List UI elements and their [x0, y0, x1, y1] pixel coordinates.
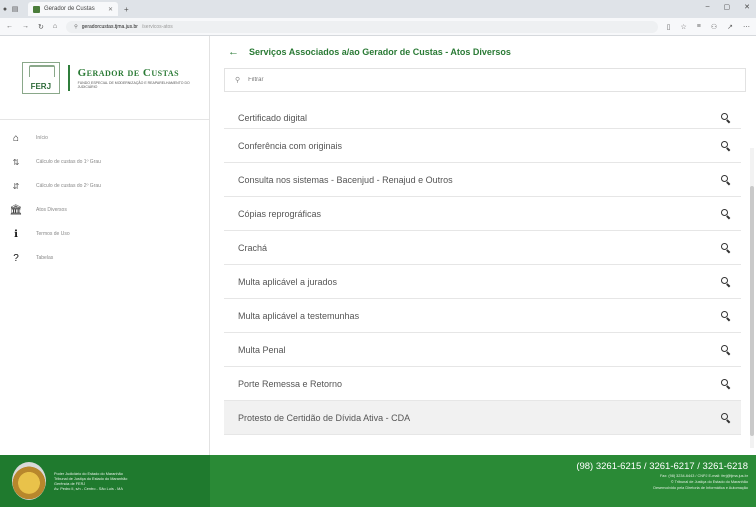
list-item[interactable]: Multa Penal [224, 333, 741, 367]
list-item[interactable]: Porte Remessa e Retorno [224, 367, 741, 401]
profile-icon[interactable]: ⚇ [711, 23, 717, 31]
url-field[interactable]: ⚲ geradorcustas.tjma.jus.br /servicos-at… [66, 20, 658, 33]
search-icon[interactable] [721, 276, 731, 287]
new-tab-icon[interactable]: + [124, 5, 129, 14]
page-title: Serviços Associados a/ao Gerador de Cust… [249, 47, 511, 57]
more-icon[interactable]: ⋯ [743, 23, 750, 31]
favorite-icon[interactable]: ☆ [680, 23, 686, 31]
favicon-icon [33, 5, 40, 13]
search-icon[interactable] [721, 344, 731, 355]
list-item[interactable]: Cópias reprográficas [224, 197, 741, 231]
window-controls: – ▢ ✕ [706, 3, 750, 11]
footer-contact: (98) 3261-6215 / 3261-6217 / 3261-6218 F… [210, 455, 756, 507]
app-area: FERJ Gerador de Custas FUNDO ESPECIAL DE… [0, 36, 756, 455]
sidebar-menu: ⌂ Início ⇅ Cálculo de custas do 1º Grau … [0, 120, 209, 270]
home-icon: ⌂ [12, 132, 20, 144]
services-list: Certificado digital Conferência com orig… [224, 113, 741, 451]
logo-divider [67, 64, 70, 91]
list-item[interactable]: Consulta nos sistemas - Bacenjud - Renaj… [224, 163, 741, 197]
tab-close-icon[interactable]: ✕ [108, 6, 113, 13]
help-icon: ? [13, 252, 19, 264]
sidebar-item-label: Cálculo de custas do 2º Grau [36, 183, 101, 189]
sort-two-icon: ⇵ [12, 181, 20, 191]
maximize-icon[interactable]: ▢ [724, 3, 731, 11]
address-bar: ← → ↻ ⌂ ⚲ geradorcustas.tjma.jus.br /ser… [0, 18, 756, 36]
sidebar-item-label: Cálculo de custas do 1º Grau [36, 159, 101, 165]
sidebar: FERJ Gerador de Custas FUNDO ESPECIAL DE… [0, 36, 210, 455]
sort-one-icon: ⇅ [12, 157, 20, 167]
scrollbar-thumb[interactable] [750, 186, 754, 436]
toolbar-right: ▯ ☆ ≡ ⚇ ↗ ⋯ [667, 23, 750, 31]
page-header: ← Serviços Associados a/ao Gerador de Cu… [210, 36, 756, 68]
tab-title: Gerador de Custas [44, 6, 95, 12]
back-arrow-icon[interactable]: ← [228, 46, 239, 58]
footer-contact-line: Fax: (98) 3234-6443 / CNPJ E-mail: ferj@… [659, 474, 748, 478]
window-menu-icon[interactable]: ● [0, 6, 10, 13]
search-icon[interactable] [721, 113, 731, 123]
search-icon: ⚲ [235, 77, 241, 84]
filter-input[interactable] [248, 77, 449, 83]
filter-bar: ⚲ [224, 68, 746, 92]
sidebar-item-label: Início [36, 135, 48, 141]
footer-dev-line[interactable]: Desenvolvido pela Diretoria de Informáti… [653, 486, 748, 490]
search-icon[interactable] [721, 174, 731, 185]
sidebar-item-tabelas[interactable]: ? Tabelas [0, 246, 209, 270]
search-icon[interactable] [721, 208, 731, 219]
tab-actions-icon[interactable]: ▤ [10, 5, 20, 13]
close-window-icon[interactable]: ✕ [744, 3, 750, 11]
url-path: /servicos-atos [141, 23, 173, 30]
reload-icon[interactable]: ↻ [38, 23, 44, 31]
search-icon[interactable] [721, 242, 731, 253]
footer-court-line: © Tribunal de Justiça do Estado do Maran… [670, 480, 748, 484]
search-icon[interactable] [721, 140, 731, 151]
list-item[interactable]: Crachá [224, 231, 741, 265]
home-nav-icon[interactable]: ⌂ [53, 23, 57, 30]
list-item[interactable]: Multa aplicável a jurados [224, 265, 741, 299]
back-nav-icon[interactable]: ← [6, 23, 13, 30]
footer-phones: (98) 3261-6215 / 3261-6217 / 3261-6218 [576, 461, 748, 472]
logo-text: Gerador de Custas FUNDO ESPECIAL DE MODE… [78, 67, 209, 89]
logo-area[interactable]: FERJ Gerador de Custas FUNDO ESPECIAL DE… [0, 36, 209, 120]
lock-icon: ⚲ [74, 23, 78, 30]
tab-bar: ● ▤ Gerador de Custas ✕ + – ▢ ✕ [0, 0, 756, 18]
url-host: geradorcustas.tjma.jus.br [81, 23, 138, 30]
bank-icon: 🏛 [9, 204, 23, 216]
sidebar-item-primeiro-grau[interactable]: ⇅ Cálculo de custas do 1º Grau [0, 150, 209, 174]
read-mode-icon[interactable]: ▯ [667, 23, 671, 31]
footer-org-info: Poder Judiciário do Estado do Maranhão T… [54, 471, 128, 491]
court-emblem-icon [12, 462, 46, 500]
ferj-logo-icon: FERJ [22, 61, 60, 94]
browser-tab[interactable]: Gerador de Custas ✕ [28, 2, 118, 16]
sidebar-item-termos-de-uso[interactable]: ℹ Termos de Uso [0, 222, 209, 246]
list-item[interactable]: Protesto de Certidão de Dívida Ativa - C… [224, 401, 741, 435]
sidebar-item-inicio[interactable]: ⌂ Início [0, 126, 209, 150]
info-icon: ℹ [14, 228, 18, 240]
search-icon[interactable] [721, 412, 731, 423]
minimize-icon[interactable]: – [706, 3, 710, 11]
main-content: ← Serviços Associados a/ao Gerador de Cu… [210, 36, 756, 455]
collections-icon[interactable]: ≡ [697, 23, 701, 31]
sidebar-item-atos-diversos[interactable]: 🏛 Atos Diversos [0, 198, 209, 222]
search-icon[interactable] [721, 378, 731, 389]
list-item[interactable]: Certificado digital [224, 113, 741, 129]
search-icon[interactable] [721, 310, 731, 321]
footer: Poder Judiciário do Estado do Maranhão T… [0, 455, 756, 507]
footer-org: Poder Judiciário do Estado do Maranhão T… [0, 455, 210, 507]
forward-nav-icon[interactable]: → [22, 23, 29, 30]
list-item[interactable]: Multa aplicável a testemunhas [224, 299, 741, 333]
logo-title: Gerador de Custas [77, 66, 180, 79]
browser-window: ● ▤ Gerador de Custas ✕ + – ▢ ✕ ← → ↻ ⌂ … [0, 0, 756, 507]
share-icon[interactable]: ↗ [727, 23, 733, 31]
logo-subtitle: FUNDO ESPECIAL DE MODERNIZAÇÃO E REAPARE… [77, 80, 190, 89]
sidebar-item-segundo-grau[interactable]: ⇵ Cálculo de custas do 2º Grau [0, 174, 209, 198]
sidebar-item-label: Atos Diversos [36, 207, 67, 213]
sidebar-item-label: Tabelas [36, 255, 54, 261]
list-item[interactable]: Conferência com originais [224, 129, 741, 163]
sidebar-item-label: Termos de Uso [36, 231, 70, 237]
